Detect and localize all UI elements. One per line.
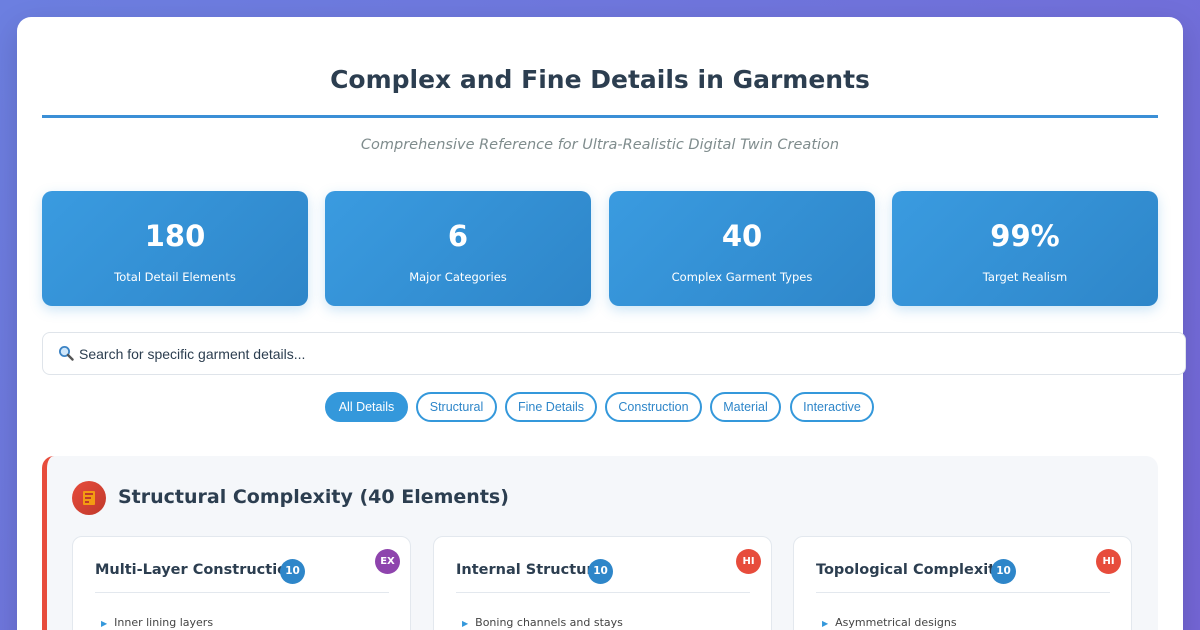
count-badge: 10 [588,559,613,584]
count-badge: 10 [280,559,305,584]
complexity-badge: HI [1096,549,1121,574]
filter-structural[interactable]: Structural [416,392,497,422]
detail-card-title: Topological Complexity [816,562,1005,578]
stat-label: Total Detail Elements [114,270,236,284]
triangle-bullet-icon: ▶ [462,619,469,628]
stat-value: 40 [721,219,763,253]
filter-material[interactable]: Material [710,392,781,422]
stat-card-total-elements: 180 Total Detail Elements [42,191,308,306]
filter-construction[interactable]: Construction [605,392,702,422]
magnifier-icon [59,346,74,361]
page-subtitle: Comprehensive Reference for Ultra-Realis… [360,137,840,153]
stat-label: Complex Garment Types [671,270,813,284]
list-item: ▶ Asymmetrical designs [822,616,957,629]
stat-card-categories: 6 Major Categories [325,191,591,306]
triangle-bullet-icon: ▶ [822,619,829,628]
detail-card-topological[interactable]: Topological Complexity 10 HI ▶ Asymmetric… [793,536,1132,630]
list-item: ▶ Boning channels and stays [462,616,623,629]
page-title: Complex and Fine Details in Garments [330,65,870,94]
filter-interactive[interactable]: Interactive [790,392,874,422]
search-input[interactable]: Search for specific garment details... [42,332,1186,375]
stat-value: 180 [144,219,206,253]
stat-card-target-realism: 99% Target Realism [892,191,1158,306]
filter-all-details[interactable]: All Details [325,392,408,422]
detail-card-internal-structure[interactable]: Internal Structure 10 HI ▶ Boning channel… [433,536,772,630]
divider [456,592,750,593]
section-category-icon [72,481,106,515]
divider [95,592,389,593]
section-title: Structural Complexity (40 Elements) [118,486,509,508]
filter-bar: All Details Structural Fine Details Cons… [0,392,1200,422]
detail-card-multi-layer[interactable]: Multi-Layer Construction 10 EX ▶ Inner li… [72,536,411,630]
complexity-badge: HI [736,549,761,574]
search-placeholder: Search for specific garment details... [79,346,306,362]
divider [816,592,1110,593]
detail-card-title: Multi-Layer Construction [95,562,298,578]
title-divider [42,115,1158,118]
stat-label: Major Categories [409,270,507,284]
count-badge: 10 [991,559,1016,584]
stat-value: 6 [447,219,469,253]
detail-card-title: Internal Structure [456,562,604,578]
complexity-badge: EX [375,549,400,574]
triangle-bullet-icon: ▶ [101,619,108,628]
stat-value: 99% [990,219,1060,253]
list-item: ▶ Inner lining layers [101,616,214,629]
stat-card-garment-types: 40 Complex Garment Types [609,191,875,306]
stat-label: Target Realism [982,270,1068,284]
filter-fine-details[interactable]: Fine Details [505,392,597,422]
